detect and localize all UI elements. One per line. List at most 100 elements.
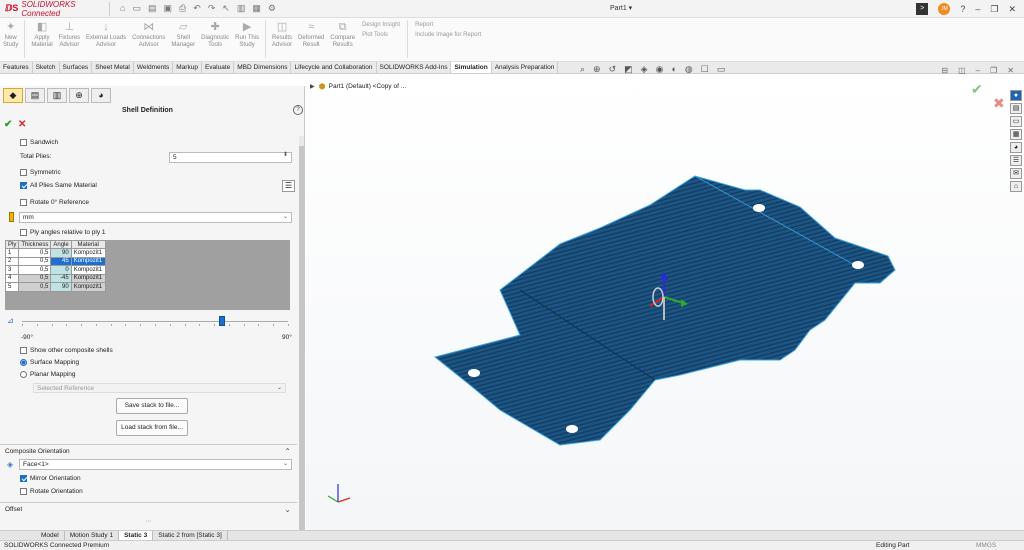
zoom-area-icon[interactable]: ⊕ [593,64,601,75]
solidworks-resources-icon[interactable]: ● [1010,90,1022,101]
display-style-icon[interactable]: ◉ [656,64,664,75]
thickness-cell[interactable]: 0,5 [18,273,52,283]
symmetric-checkbox[interactable] [20,169,27,176]
hide-show-icon[interactable]: ◐ [671,64,676,75]
deformed-result-button[interactable]: ≈ Deformed Result [295,20,327,49]
command-prompt-icon[interactable]: > [916,3,929,15]
tab-static-3[interactable]: Static 3 [119,531,154,540]
status-units[interactable]: MMGS [976,542,996,549]
confirm-cancel-icon[interactable]: ✖ [993,95,1005,112]
material-cell[interactable]: Kompozit1 [70,248,106,258]
graphics-area[interactable] [306,74,1024,530]
thickness-cell[interactable]: 0,5 [18,248,52,258]
rotate-orientation-option[interactable]: Rotate Orientation [20,488,83,495]
new-study-button[interactable]: ✦ New Study [0,20,21,49]
all-plies-same-checkbox[interactable] [20,182,27,189]
scrollbar-thumb[interactable] [299,146,304,530]
minimize-icon[interactable]: – [975,4,980,14]
thickness-cell[interactable]: 0,5 [18,256,52,266]
expand-arrow-icon[interactable]: ▶ [310,83,315,90]
display-manager-tab-icon[interactable]: ◕ [91,88,111,103]
split-icon[interactable]: ⊟ [941,66,948,75]
file-properties-icon[interactable]: ▦ [252,3,261,14]
design-library-icon[interactable]: ▤ [1010,103,1022,114]
rotate-reference-checkbox[interactable] [20,199,27,206]
material-cell[interactable]: Kompozit1 [70,273,106,283]
view-palette-icon[interactable]: ▦ [1010,129,1022,140]
table-row[interactable]: 3 0,5 0 Kompozit1 [4,265,106,275]
viewport-restore-icon[interactable]: ❐ [990,66,997,75]
propertymanager-tab-icon[interactable]: ▤ [25,88,45,103]
gear-icon[interactable]: ⚙ [268,3,276,14]
appearances-icon[interactable]: ◕ [1010,142,1022,153]
viewport-close-icon[interactable]: ✕ [1007,66,1014,75]
selected-reference-field[interactable]: Selected Reference ⌄ [33,383,286,393]
tile-icon[interactable]: ◫ [958,66,966,75]
save-stack-button[interactable]: Save stack to file... [116,398,188,414]
mirror-orientation-option[interactable]: Mirror Orientation [20,475,81,482]
view-settings-icon[interactable]: ▭ [717,64,726,75]
viewport-minimize-icon[interactable]: – [976,66,980,75]
undo-icon[interactable]: ↶ [193,3,201,14]
section-view-icon[interactable]: ◩ [624,64,633,75]
previous-view-icon[interactable]: ↺ [609,64,617,75]
connections-advisor-button[interactable]: ⋈ Connections Advisor [129,20,168,49]
tab-weldments[interactable]: Weldments [134,62,174,73]
table-row[interactable]: 2 0,5 45 Kompozit1 [4,256,106,266]
rebuild-icon[interactable]: ▥ [237,3,246,14]
external-loads-button[interactable]: ↓ External Loads Advisor [83,20,129,49]
avatar[interactable]: JM [938,3,951,15]
total-plies-stepper[interactable]: 5 ⬍ [169,152,292,163]
shell-manager-button[interactable]: ▱ Shell Manager [168,20,198,49]
composite-orientation-header[interactable]: Composite Orientation ⌃ [0,444,297,458]
rotate-orientation-checkbox[interactable] [20,488,27,495]
table-row[interactable]: 5 0,5 90 Kompozit1 [4,282,106,292]
ply-angle-slider[interactable] [22,321,288,322]
configurationmanager-tab-icon[interactable]: ▥ [47,88,67,103]
sandwich-checkbox[interactable] [20,139,27,146]
document-title[interactable]: Part1 ▾ [610,4,632,12]
load-stack-button[interactable]: Load stack from file... [116,420,188,436]
tab-sketch[interactable]: Sketch [33,62,60,73]
material-list-icon[interactable]: ☰ [282,180,295,192]
tab-mbd-dimensions[interactable]: MBD Dimensions [234,62,292,73]
panel-collapse-handle[interactable]: ⋯ [0,518,297,526]
units-dropdown[interactable]: mm ⌄ [19,212,292,223]
fixtures-advisor-button[interactable]: ⊥ Fixtures Advisor [56,20,83,49]
compare-results-button[interactable]: ⧉ Compare Results [327,20,358,49]
tab-markup[interactable]: Markup [173,62,202,73]
angle-cell[interactable]: 0 [50,265,72,275]
plot-tools-button[interactable]: Plot Tools [362,32,400,38]
tab-addins[interactable]: SOLIDWORKS Add-Ins [377,62,452,73]
ok-button[interactable]: ✔ [4,119,12,130]
appearance-icon[interactable]: ◍ [685,64,693,75]
run-study-button[interactable]: ▶ Run This Study [232,20,262,49]
material-cell[interactable]: Kompozit1 [70,282,106,292]
thickness-cell[interactable]: 0,5 [18,282,52,292]
sandwich-option[interactable]: Sandwich [20,139,58,146]
cancel-button[interactable]: ✕ [18,119,26,130]
featuremanager-tab-icon[interactable]: ◆ [3,88,23,103]
panel-scrollbar[interactable] [299,136,304,530]
tab-sheet-metal[interactable]: Sheet Metal [92,62,134,73]
all-plies-same-option[interactable]: All Plies Same Material [20,182,97,189]
feature-tree-root[interactable]: ▶ ⬢ Part1 (Default) <Copy of ... [310,82,406,91]
tab-evaluate[interactable]: Evaluate [202,62,235,73]
dimxpert-tab-icon[interactable]: ⊕ [69,88,89,103]
design-insight-button[interactable]: Design Insight [362,22,400,28]
tab-analysis-preparation[interactable]: Analysis Preparation [492,62,559,73]
solidworks-forum-icon[interactable]: ⌂ [1010,181,1022,192]
slider-thumb[interactable] [218,316,225,326]
select-icon[interactable]: ↖ [222,3,230,14]
material-cell[interactable]: Kompozit1 [70,265,106,275]
home-icon[interactable]: ⌂ [120,3,125,14]
print-icon[interactable]: ⎙ [179,3,186,14]
offset-header[interactable]: Offset ⌄ [0,502,297,516]
custom-properties-icon[interactable]: ☰ [1010,155,1022,166]
tab-surfaces[interactable]: Surfaces [60,62,93,73]
new-icon[interactable]: ▭ [132,3,141,14]
angle-cell[interactable]: -45 [50,273,72,283]
surface-mapping-option[interactable]: Surface Mapping [20,359,79,366]
restore-icon[interactable]: ❐ [990,4,998,15]
help-icon[interactable]: ? [960,4,965,14]
